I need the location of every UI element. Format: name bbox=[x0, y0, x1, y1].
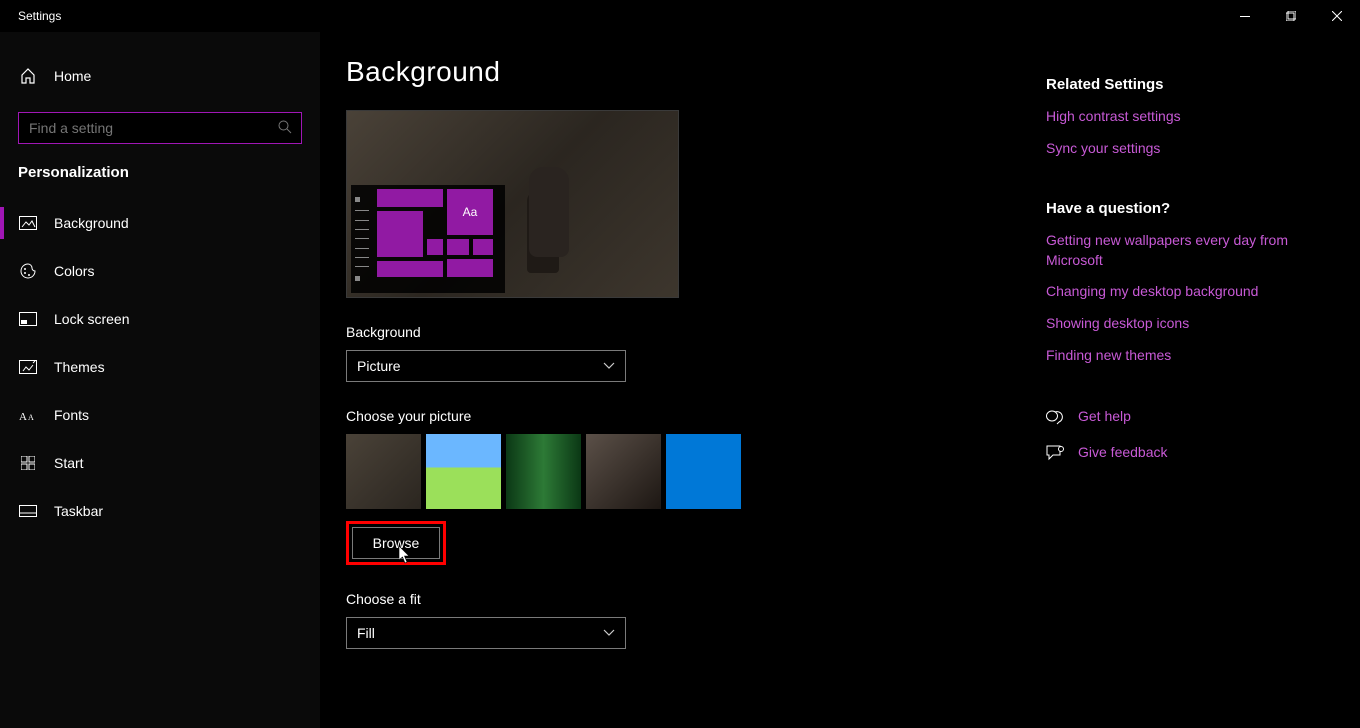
chevron-down-icon bbox=[603, 362, 615, 370]
link-themes[interactable]: Finding new themes bbox=[1046, 346, 1308, 366]
themes-icon bbox=[18, 360, 38, 374]
start-preview: Aa bbox=[351, 185, 505, 293]
sidebar-item-label: Fonts bbox=[54, 407, 89, 423]
sidebar-item-background[interactable]: Background bbox=[0, 199, 320, 247]
sidebar-item-colors[interactable]: Colors bbox=[0, 247, 320, 295]
choose-picture-label: Choose your picture bbox=[346, 408, 1046, 424]
fit-value: Fill bbox=[357, 625, 375, 641]
taskbar-icon bbox=[18, 505, 38, 517]
picture-thumb[interactable] bbox=[346, 434, 421, 509]
right-column: Related Settings High contrast settings … bbox=[1046, 56, 1308, 704]
colors-icon bbox=[18, 263, 38, 279]
desktop-preview: Aa bbox=[346, 110, 679, 298]
sidebar-item-label: Lock screen bbox=[54, 311, 129, 327]
sidebar-item-label: Background bbox=[54, 215, 129, 231]
sidebar-item-start[interactable]: Start bbox=[0, 439, 320, 487]
minimize-button[interactable] bbox=[1222, 0, 1268, 32]
titlebar: Settings bbox=[0, 0, 1360, 32]
background-select[interactable]: Picture bbox=[346, 350, 626, 382]
window-title: Settings bbox=[18, 9, 61, 23]
picture-thumb[interactable] bbox=[586, 434, 661, 509]
sidebar-item-taskbar[interactable]: Taskbar bbox=[0, 487, 320, 535]
sidebar-item-label: Colors bbox=[54, 263, 94, 279]
home-label: Home bbox=[54, 68, 91, 84]
picture-thumb[interactable] bbox=[506, 434, 581, 509]
related-settings-heading: Related Settings bbox=[1046, 76, 1308, 93]
sidebar-item-label: Start bbox=[54, 455, 84, 471]
minimize-icon bbox=[1240, 16, 1250, 17]
question-heading: Have a question? bbox=[1046, 200, 1308, 217]
help-icon bbox=[1046, 409, 1064, 425]
sidebar-item-themes[interactable]: Themes bbox=[0, 343, 320, 391]
fonts-icon: AA bbox=[18, 408, 38, 422]
home-icon bbox=[18, 68, 38, 84]
feedback-icon bbox=[1046, 445, 1064, 461]
link-change-bg[interactable]: Changing my desktop background bbox=[1046, 282, 1308, 302]
section-heading: Personalization bbox=[0, 164, 320, 181]
chevron-down-icon bbox=[603, 629, 615, 637]
fit-select[interactable]: Fill bbox=[346, 617, 626, 649]
sidebar-item-label: Themes bbox=[54, 359, 105, 375]
sidebar-item-label: Taskbar bbox=[54, 503, 103, 519]
browse-button[interactable]: Browse bbox=[352, 527, 440, 559]
sidebar-item-fonts[interactable]: AA Fonts bbox=[0, 391, 320, 439]
svg-text:A: A bbox=[19, 411, 27, 422]
background-value: Picture bbox=[357, 358, 401, 374]
svg-text:A: A bbox=[28, 413, 34, 422]
sidebar: Home Personalization Background Colors bbox=[0, 32, 320, 728]
link-give-feedback[interactable]: Give feedback bbox=[1078, 443, 1168, 463]
link-wallpapers[interactable]: Getting new wallpapers every day from Mi… bbox=[1046, 231, 1308, 270]
link-get-help[interactable]: Get help bbox=[1078, 407, 1131, 427]
picture-thumb[interactable] bbox=[426, 434, 501, 509]
close-button[interactable] bbox=[1314, 0, 1360, 32]
background-icon bbox=[18, 216, 38, 230]
maximize-icon bbox=[1286, 11, 1296, 21]
search-icon bbox=[278, 120, 292, 134]
lock-screen-icon bbox=[18, 312, 38, 326]
fit-label: Choose a fit bbox=[346, 591, 1046, 607]
link-sync-settings[interactable]: Sync your settings bbox=[1046, 139, 1308, 159]
close-icon bbox=[1332, 11, 1342, 21]
highlight-annotation: Browse bbox=[346, 521, 446, 565]
sidebar-item-lock-screen[interactable]: Lock screen bbox=[0, 295, 320, 343]
window-controls bbox=[1222, 0, 1360, 32]
picture-thumb[interactable] bbox=[666, 434, 741, 509]
search-input[interactable] bbox=[18, 112, 302, 144]
main: Background Aa bbox=[320, 32, 1360, 728]
maximize-button[interactable] bbox=[1268, 0, 1314, 32]
start-icon bbox=[18, 456, 38, 470]
link-desktop-icons[interactable]: Showing desktop icons bbox=[1046, 314, 1308, 334]
picture-thumbnails bbox=[346, 434, 1046, 509]
link-high-contrast[interactable]: High contrast settings bbox=[1046, 107, 1308, 127]
preview-tile-aa: Aa bbox=[447, 189, 493, 235]
home-nav[interactable]: Home bbox=[0, 52, 320, 100]
page-title: Background bbox=[346, 56, 1046, 88]
background-label: Background bbox=[346, 324, 1046, 340]
